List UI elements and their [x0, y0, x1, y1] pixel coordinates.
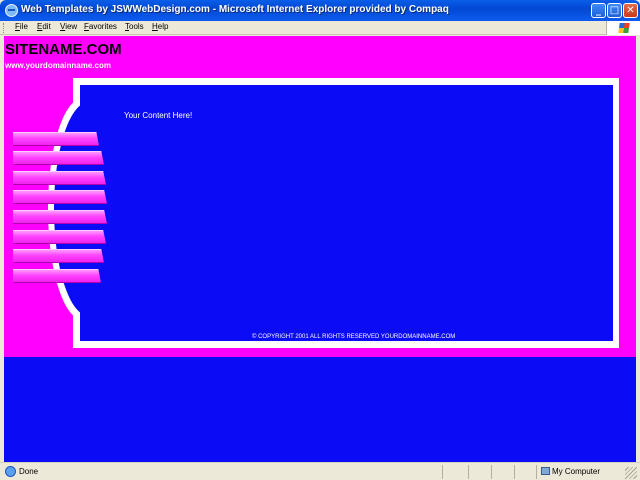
content-placeholder: Your Content Here!	[124, 111, 193, 120]
maximize-button[interactable]: □	[607, 3, 622, 18]
windows-logo-icon	[606, 21, 640, 35]
status-divider	[536, 465, 537, 479]
internet-explorer-icon	[5, 4, 18, 17]
nav-button-5[interactable]	[13, 210, 107, 224]
menu-favorites[interactable]: Favorites	[84, 22, 117, 31]
menu-tools[interactable]: Tools	[125, 22, 144, 31]
status-bar: Done My Computer	[0, 462, 640, 480]
menu-edit[interactable]: Edit	[37, 22, 51, 31]
status-divider	[514, 465, 515, 479]
nav-button-3[interactable]	[13, 171, 106, 185]
minimize-button[interactable]: _	[591, 3, 606, 18]
nav-button-6[interactable]	[13, 230, 106, 244]
nav-button-4[interactable]	[13, 190, 107, 204]
page-status-icon	[5, 466, 16, 477]
title-bar[interactable]: Web Templates by JSWWebDesign.com - Micr…	[0, 0, 640, 21]
close-button[interactable]: ✕	[623, 3, 638, 18]
security-zone: My Computer	[552, 467, 601, 476]
computer-icon	[541, 467, 550, 475]
nav-button-2[interactable]	[13, 151, 104, 165]
nav-button-8[interactable]	[13, 269, 101, 283]
domain-name[interactable]: www.yourdomainname.com	[5, 61, 111, 70]
status-divider	[442, 465, 443, 479]
status-divider	[491, 465, 492, 479]
menu-view[interactable]: View	[60, 22, 77, 31]
site-name[interactable]: SITENAME.COM	[5, 41, 122, 58]
window-title: Web Templates by JSWWebDesign.com - Micr…	[21, 4, 449, 15]
status-divider	[468, 465, 469, 479]
nav-button-1[interactable]	[13, 132, 99, 146]
content-panel	[80, 85, 613, 341]
copyright-notice: © COPYRIGHT 2001 ALL RIGHTS RESERVED YOU…	[252, 334, 456, 340]
menu-help[interactable]: Help	[152, 22, 168, 31]
menu-bar: File Edit View Favorites Tools Help	[0, 21, 640, 35]
toolbar-grip[interactable]	[3, 23, 6, 33]
resize-grip-icon[interactable]	[625, 467, 637, 479]
menu-file[interactable]: File	[15, 22, 28, 31]
nav-button-7[interactable]	[13, 249, 104, 263]
page-viewport[interactable]: SITENAME.COM www.yourdomainname.com Your…	[4, 36, 636, 462]
status-text: Done	[19, 467, 39, 476]
browser-window: Web Templates by JSWWebDesign.com - Micr…	[0, 0, 640, 480]
